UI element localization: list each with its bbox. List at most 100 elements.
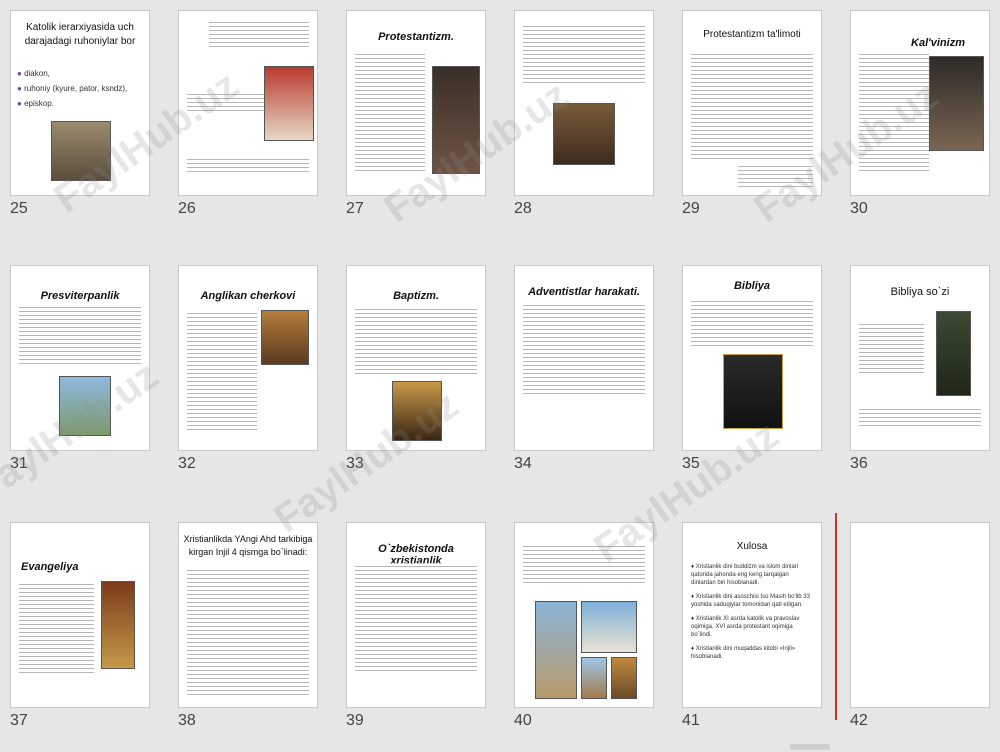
slide-image: [929, 56, 984, 151]
slide-image: [59, 376, 111, 436]
slide-39[interactable]: O`zbekistonda xristianlik: [346, 522, 486, 708]
list-item: ♦ Xristianlik dini buddizm va islom dinl…: [691, 564, 799, 586]
list-item: ♦ Xristianlik dini muqaddas kitobi «Inji…: [691, 646, 796, 660]
insertion-cursor: [835, 513, 837, 720]
slide-40[interactable]: [514, 522, 654, 708]
slide-number: 42: [850, 712, 868, 729]
bullet-icon: ♦: [691, 564, 695, 570]
slide-title: Protestantizm.: [378, 31, 454, 43]
slide-32[interactable]: Anglikan cherkovi: [178, 265, 318, 451]
bullet-icon: ♦: [691, 594, 695, 600]
slide-sorter-grid: Katolik ierarxiyasida uch darajadagi ruh…: [0, 0, 1000, 750]
slide-text-block: [19, 581, 94, 676]
slide-thumbnail-25[interactable]: Katolik ierarxiyasida uch darajadagi ruh…: [10, 10, 152, 240]
slide-thumbnail-30[interactable]: Kal'vinizm 30: [850, 10, 992, 240]
slide-number: 30: [850, 200, 868, 217]
slide-number: 29: [682, 200, 700, 217]
slide-text-block: [19, 304, 141, 364]
bullet-icon: ♦: [691, 646, 695, 652]
slide-title: Bibliya so`zi: [890, 286, 950, 298]
slide-title: Bibliya: [733, 280, 771, 292]
slide-title: Anglikan cherkovi: [200, 290, 296, 302]
bullet-icon: ♦: [691, 616, 695, 622]
slide-thumbnail-36[interactable]: Bibliya so`zi 36: [850, 265, 992, 495]
slide-title: Protestantizm ta'limoti: [703, 29, 801, 40]
horizontal-scrollbar[interactable]: [790, 744, 830, 750]
slide-image: [51, 121, 111, 181]
slide-image: [264, 66, 314, 141]
slide-title: Adventistlar harakati.: [528, 286, 640, 298]
slide-thumbnail-27[interactable]: Protestantizm. 27: [346, 10, 488, 240]
slide-text-block: [355, 306, 477, 376]
slide-text-block: [187, 310, 257, 430]
slide-37[interactable]: Evangeliya: [10, 522, 150, 708]
slide-thumbnail-41[interactable]: Xulosa ♦ Xristianlik dini buddizm va isl…: [682, 522, 824, 752]
slide-image: [936, 311, 971, 396]
slide-number: 40: [514, 712, 532, 729]
slide-image: [101, 581, 135, 669]
slide-number: 33: [346, 455, 364, 472]
slide-41[interactable]: Xulosa ♦ Xristianlik dini buddizm va isl…: [682, 522, 822, 708]
slide-thumbnail-32[interactable]: Anglikan cherkovi 32: [178, 265, 320, 495]
slide-thumbnail-28[interactable]: 28: [514, 10, 656, 240]
list-item: ♦ Xristianlik dini asoschisi Iso Masih b…: [691, 594, 810, 608]
slide-thumbnail-31[interactable]: Presviterpanlik 31: [10, 265, 152, 495]
slide-33[interactable]: Baptizm.: [346, 265, 486, 451]
slide-title: Xristianlikda YAngi Ahd tarkibiga kirgan…: [183, 534, 313, 557]
slide-title: Baptizm.: [393, 290, 439, 302]
slide-25[interactable]: Katolik ierarxiyasida uch darajadagi ruh…: [10, 10, 150, 196]
slide-thumbnail-34[interactable]: Adventistlar harakati. 34: [514, 265, 656, 495]
slide-image: [553, 103, 615, 165]
slide-30[interactable]: Kal'vinizm: [850, 10, 990, 196]
slide-26[interactable]: [178, 10, 318, 196]
slide-29[interactable]: Protestantizm ta'limoti: [682, 10, 822, 196]
slide-36[interactable]: Bibliya so`zi: [850, 265, 990, 451]
slide-text-block: [209, 19, 309, 47]
slide-title: Xulosa: [736, 541, 768, 552]
slide-thumbnail-37[interactable]: Evangeliya 37: [10, 522, 152, 752]
slide-image: [392, 381, 442, 441]
slide-42[interactable]: [850, 522, 990, 708]
slide-number: 35: [682, 455, 700, 472]
slide-thumbnail-42[interactable]: 42: [850, 522, 992, 752]
slide-text-block: [691, 51, 813, 159]
slide-thumbnail-39[interactable]: O`zbekistonda xristianlik 39: [346, 522, 488, 752]
slide-number: 37: [10, 712, 28, 729]
list-item: ♦ Xristianlik XI asrda katolik va pravos…: [691, 616, 800, 638]
slide-number: 36: [850, 455, 868, 472]
slide-text-block: [738, 163, 813, 187]
slide-thumbnail-29[interactable]: Protestantizm ta'limoti 29: [682, 10, 824, 240]
slide-text-block: [523, 543, 645, 583]
slide-31[interactable]: Presviterpanlik: [10, 265, 150, 451]
slide-number: 26: [178, 200, 196, 217]
slide-text-block: [859, 321, 924, 376]
slide-number: 41: [682, 712, 700, 729]
slide-title: Kal'vinizm: [911, 37, 965, 49]
slide-thumbnail-40[interactable]: 40: [514, 522, 656, 752]
slide-title: Presviterpanlik: [40, 290, 120, 302]
slide-image: [432, 66, 480, 174]
slide-text-block: [355, 51, 425, 171]
bullet-icon: ●: [17, 99, 22, 108]
slide-number: 38: [178, 712, 196, 729]
slide-text-block: [355, 563, 477, 673]
slide-number: 34: [514, 455, 532, 472]
slide-number: 31: [10, 455, 28, 472]
slide-thumbnail-33[interactable]: Baptizm. 33: [346, 265, 488, 495]
slide-34[interactable]: Adventistlar harakati.: [514, 265, 654, 451]
slide-27[interactable]: Protestantizm.: [346, 10, 486, 196]
bullet-icon: ●: [17, 84, 22, 93]
slide-35[interactable]: Bibliya: [682, 265, 822, 451]
slide-image: [535, 601, 577, 699]
slide-text-block: [859, 406, 981, 428]
list-item: ● episkop.: [17, 99, 54, 108]
slide-thumbnail-26[interactable]: 26: [178, 10, 320, 240]
slide-number: 28: [514, 200, 532, 217]
slide-38[interactable]: Xristianlikda YAngi Ahd tarkibiga kirgan…: [178, 522, 318, 708]
slide-text-block: [187, 156, 309, 172]
slide-list: ♦ Xristianlik dini buddizm va islom dinl…: [691, 557, 815, 667]
slide-thumbnail-35[interactable]: Bibliya 35: [682, 265, 824, 495]
slide-thumbnail-38[interactable]: Xristianlikda YAngi Ahd tarkibiga kirgan…: [178, 522, 320, 752]
slide-28[interactable]: [514, 10, 654, 196]
slide-image: [723, 354, 783, 429]
